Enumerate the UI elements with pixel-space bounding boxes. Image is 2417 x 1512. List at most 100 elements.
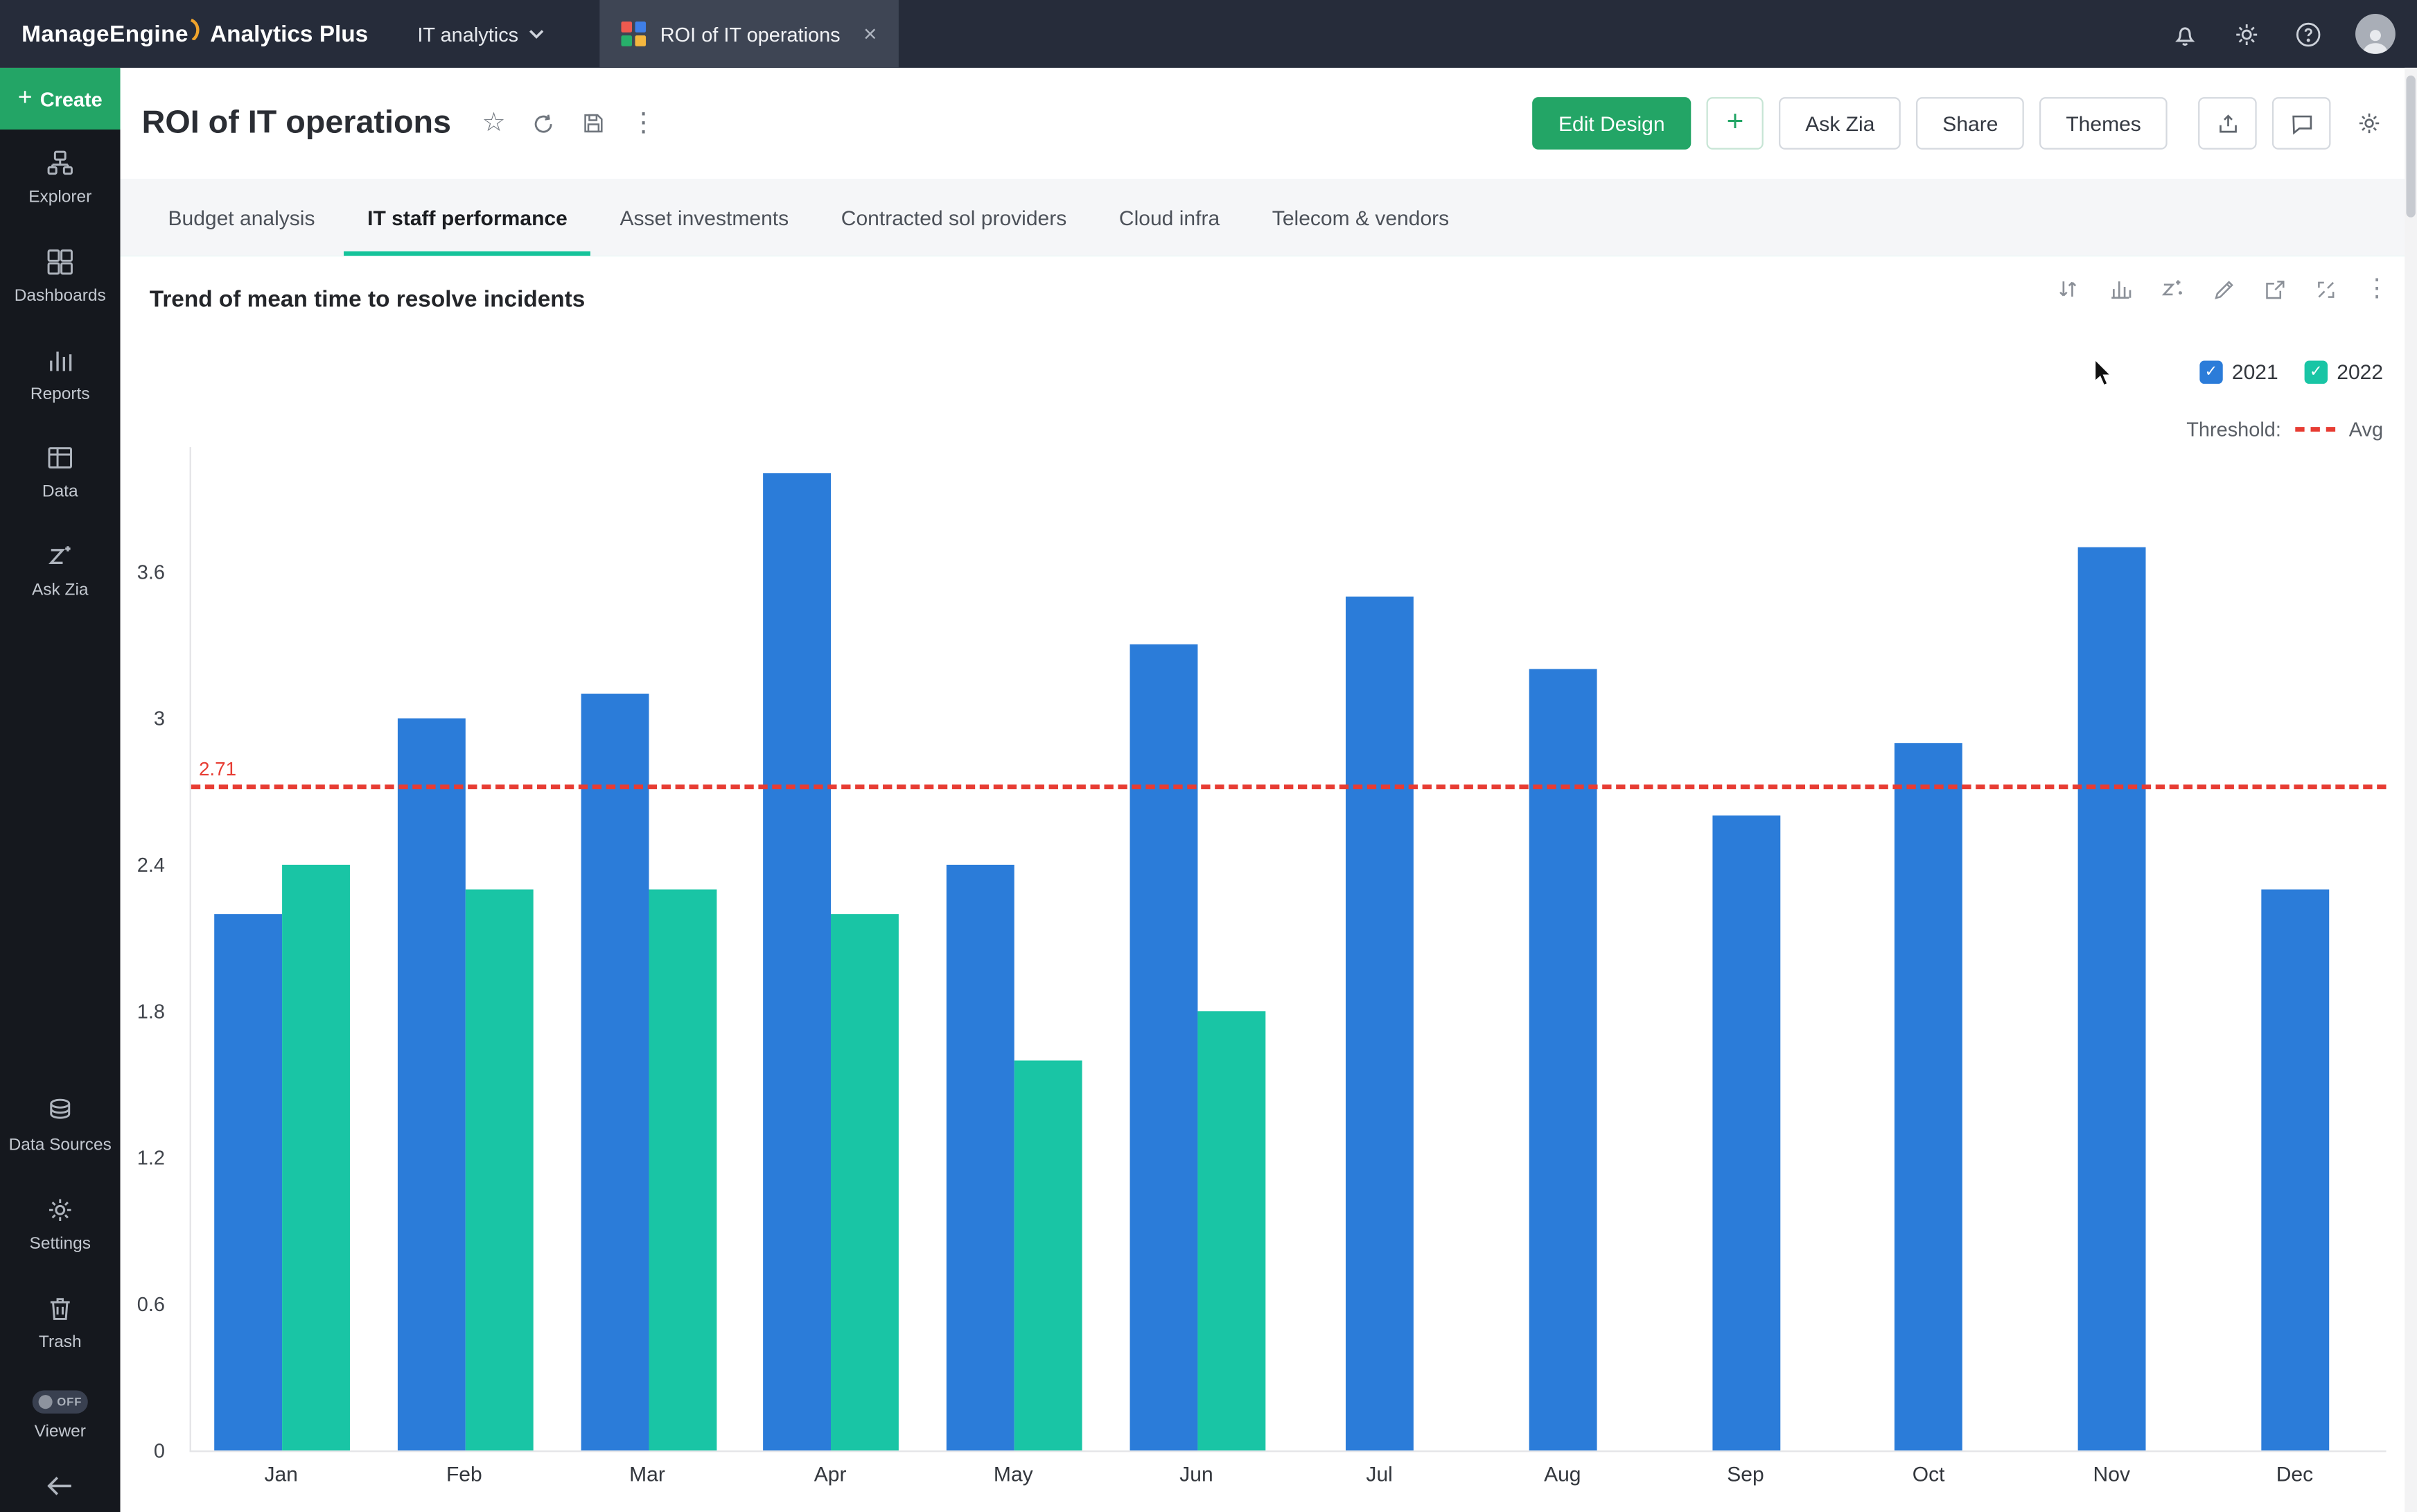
doc-tab-roi-of-it-operations[interactable]: ROI of IT operations × <box>600 0 899 68</box>
bar-2022-jun[interactable] <box>1197 1011 1265 1450</box>
save-icon[interactable] <box>581 111 606 136</box>
tab-it-staff-performance[interactable]: IT staff performance <box>341 179 593 256</box>
y-axis-labels: 00.61.21.82.433.6 <box>121 447 179 1450</box>
comments-button[interactable] <box>2272 97 2331 150</box>
ask-zia-button[interactable]: Ask Zia <box>1779 97 1901 150</box>
bar-2021-jul[interactable] <box>1346 596 1414 1450</box>
bar-2021-sep[interactable] <box>1712 816 1780 1450</box>
edit-design-button[interactable]: Edit Design <box>1532 97 1691 150</box>
x-tick-label: Feb <box>373 1463 556 1486</box>
refresh-icon[interactable] <box>530 110 556 137</box>
tab-telecom-vendors[interactable]: Telecom & vendors <box>1246 179 1475 256</box>
bar-2021-oct[interactable] <box>1895 742 1963 1450</box>
dashboards-icon <box>45 246 76 276</box>
data-table-icon <box>45 443 76 473</box>
favorite-star-icon[interactable]: ☆ <box>482 108 506 139</box>
reports-icon <box>45 344 76 375</box>
scrollbar-thumb[interactable] <box>2406 76 2415 218</box>
x-tick-label: Sep <box>1654 1463 1837 1486</box>
bar-2021-mar[interactable] <box>581 694 649 1450</box>
more-options-icon[interactable]: ⋮ <box>2364 276 2389 301</box>
sidebar-item-data-sources[interactable]: Data Sources <box>0 1078 121 1176</box>
settings-gear-icon[interactable] <box>2232 19 2261 49</box>
legend-item-2021[interactable]: ✓ 2021 <box>2199 361 2278 384</box>
viewer-off-toggle[interactable]: OFF <box>33 1391 88 1414</box>
toggle-knob <box>39 1396 53 1409</box>
threshold-dash-icon <box>2295 427 2335 432</box>
add-button[interactable]: + <box>1707 97 1764 150</box>
chart-toolbar: ⋮ <box>2055 276 2389 302</box>
dashboard-grid-icon <box>622 21 647 46</box>
bar-2022-mar[interactable] <box>649 889 717 1450</box>
header-actions: Edit Design + Ask Zia Share Themes <box>1532 97 2392 150</box>
bar-2021-apr[interactable] <box>764 474 832 1450</box>
y-tick-label: 3 <box>154 707 165 730</box>
month-group-dec <box>2204 447 2387 1450</box>
bar-2021-nov[interactable] <box>2078 547 2146 1451</box>
user-avatar[interactable] <box>2355 14 2396 54</box>
y-tick-label: 2.4 <box>137 853 165 876</box>
bar-2021-jan[interactable] <box>215 913 283 1450</box>
sidebar-collapse-button[interactable] <box>0 1463 121 1512</box>
tab-asset-investments[interactable]: Asset investments <box>594 179 815 256</box>
notifications-bell-icon[interactable] <box>2170 19 2199 49</box>
x-tick-label: Oct <box>1837 1463 2020 1486</box>
x-tick-label: Aug <box>1471 1463 1654 1486</box>
threshold-line <box>191 784 2387 789</box>
tab-cloud-infra[interactable]: Cloud infra <box>1093 179 1246 256</box>
themes-button[interactable]: Themes <box>2040 97 2168 150</box>
month-group-nov <box>2021 447 2204 1450</box>
workspace-switcher[interactable]: IT analytics <box>417 22 545 45</box>
title-more-icon[interactable]: ⋮ <box>631 108 657 139</box>
help-icon[interactable] <box>2294 19 2323 49</box>
export-button[interactable] <box>2198 97 2257 150</box>
sidebar-item-explorer[interactable]: Explorer <box>0 130 121 228</box>
bar-2021-feb[interactable] <box>398 718 466 1450</box>
page-header: ROI of IT operations ☆ ⋮ Edit Design + A… <box>121 68 2417 179</box>
bar-2022-may[interactable] <box>1014 1060 1082 1451</box>
legend-item-2022[interactable]: ✓ 2022 <box>2305 361 2384 384</box>
plot-area: 2.71 <box>190 447 2387 1452</box>
open-in-new-icon[interactable] <box>2263 276 2288 301</box>
dashboard-settings-button[interactable] <box>2346 97 2393 150</box>
bar-2021-jun[interactable] <box>1130 645 1197 1451</box>
x-tick-label: Apr <box>739 1463 922 1486</box>
close-tab-icon[interactable]: × <box>863 22 877 45</box>
page-title: ROI of IT operations <box>142 105 451 141</box>
checkbox-2021[interactable]: ✓ <box>2199 361 2222 384</box>
month-group-aug <box>1472 447 1655 1450</box>
toggle-state-label: OFF <box>57 1395 82 1409</box>
sidebar-item-reports[interactable]: Reports <box>0 326 121 424</box>
month-group-may <box>923 447 1106 1450</box>
sidebar-item-trash[interactable]: Trash <box>0 1274 121 1373</box>
swap-axes-icon[interactable] <box>2055 276 2081 302</box>
zia-insights-icon[interactable] <box>2160 276 2186 302</box>
bar-2022-feb[interactable] <box>466 889 534 1450</box>
bar-2022-apr[interactable] <box>832 913 899 1450</box>
sidebar-item-settings[interactable]: Settings <box>0 1176 121 1274</box>
ask-zia-icon <box>45 541 76 572</box>
tab-budget-analysis[interactable]: Budget analysis <box>142 179 342 256</box>
x-tick-label: May <box>922 1463 1105 1486</box>
sidebar-item-label: Explorer <box>28 188 91 209</box>
bar-2022-jan[interactable] <box>283 865 351 1451</box>
resize-icon[interactable] <box>2314 276 2339 301</box>
threshold-label-text: Threshold: <box>2186 418 2281 441</box>
sidebar-item-label: Ask Zia <box>32 581 89 603</box>
sidebar-item-data[interactable]: Data <box>0 424 121 522</box>
edit-chart-icon[interactable] <box>2212 276 2237 301</box>
checkbox-2022[interactable]: ✓ <box>2305 361 2328 384</box>
chart-type-icon[interactable] <box>2107 276 2134 302</box>
sidebar-item-dashboards[interactable]: Dashboards <box>0 228 121 326</box>
month-group-apr <box>740 447 923 1450</box>
sidebar-item-ask-zia[interactable]: Ask Zia <box>0 522 121 621</box>
vertical-scrollbar[interactable] <box>2405 68 2417 1512</box>
create-button[interactable]: + Create <box>0 68 121 130</box>
tab-contracted-sol-providers[interactable]: Contracted sol providers <box>815 179 1093 256</box>
month-group-oct <box>1838 447 2021 1450</box>
bar-2021-dec[interactable] <box>2261 889 2329 1450</box>
month-group-jan <box>191 447 374 1450</box>
bar-2021-may[interactable] <box>947 865 1014 1451</box>
sidebar-item-label: Data <box>42 483 78 504</box>
share-button[interactable]: Share <box>1916 97 2024 150</box>
